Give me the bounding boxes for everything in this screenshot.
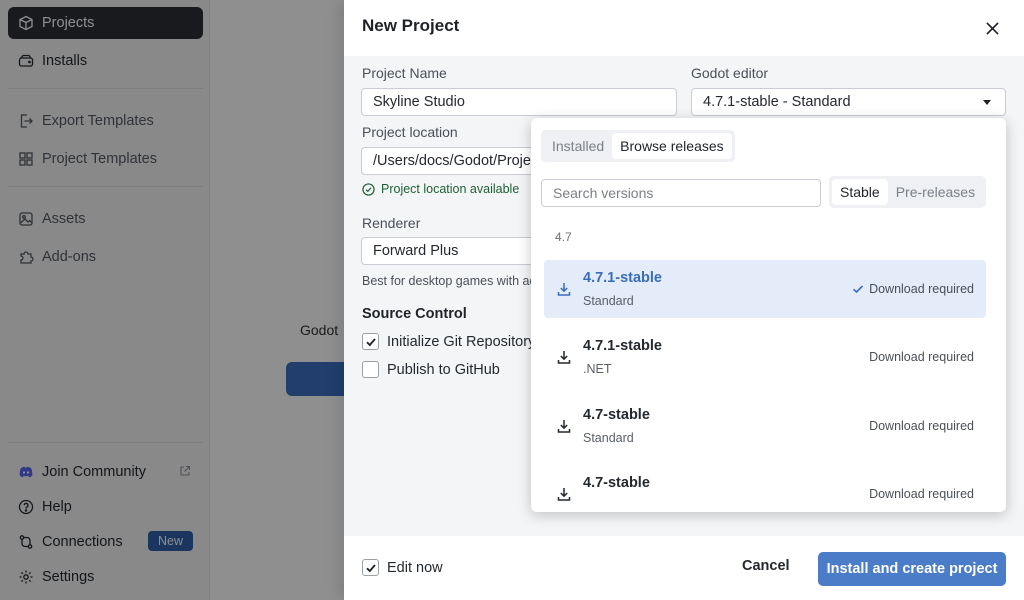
version-status-text: Download required <box>869 419 974 433</box>
download-icon <box>557 283 571 296</box>
version-flavor: Standard <box>583 431 634 445</box>
download-icon <box>557 351 571 364</box>
publish-github-label: Publish to GitHub <box>387 361 500 378</box>
version-picker-popover: Installed Browse releases Search version… <box>531 118 1006 512</box>
check-icon <box>365 563 376 572</box>
godot-editor-label: Godot editor <box>691 65 769 81</box>
init-git-label: Initialize Git Repository <box>387 333 536 350</box>
tab-pre-releases[interactable]: Pre-releases <box>888 179 983 205</box>
tab-browse-releases[interactable]: Browse releases <box>612 133 732 159</box>
version-row[interactable]: 4.7.1-stable Standard Download required <box>544 260 986 318</box>
version-row[interactable]: 4.7.1-stable .NET Download required <box>544 328 986 386</box>
drawer-title: New Project <box>362 16 460 35</box>
project-name-input[interactable]: Skyline Studio <box>361 88 677 116</box>
download-icon <box>557 488 571 501</box>
tab-stable[interactable]: Stable <box>832 179 888 205</box>
download-icon <box>557 420 571 433</box>
check-circle-icon <box>362 182 375 196</box>
version-status-text: Download required <box>869 350 974 364</box>
edit-now-checkbox-row[interactable]: Edit now <box>362 559 443 576</box>
init-git-checkbox[interactable] <box>362 333 379 350</box>
init-git-checkbox-row[interactable]: Initialize Git Repository <box>362 333 535 350</box>
version-status: Download required <box>869 487 974 501</box>
check-icon <box>365 337 376 346</box>
channel-tabs: Stable Pre-releases <box>829 176 987 208</box>
project-name-label: Project Name <box>362 65 447 81</box>
version-name: 4.7-stable <box>583 475 650 491</box>
edit-now-label: Edit now <box>387 559 443 576</box>
caret-down-icon <box>983 100 991 105</box>
check-icon <box>853 285 864 294</box>
godot-editor-select[interactable]: 4.7.1-stable - Standard <box>691 88 1006 116</box>
cancel-button[interactable]: Cancel <box>742 558 790 574</box>
install-and-create-button[interactable]: Install and create project <box>818 552 1006 586</box>
version-row[interactable]: 4.7-stable Download required <box>544 465 986 512</box>
publish-github-checkbox[interactable] <box>362 361 379 378</box>
version-status: Download required <box>869 419 974 433</box>
project-location-label: Project location <box>362 124 458 140</box>
drawer-header: New Project <box>344 0 1024 56</box>
location-status: Project location available <box>362 182 519 196</box>
godot-editor-value: 4.7.1-stable - Standard <box>703 94 851 110</box>
source-tabs: Installed Browse releases <box>541 130 735 162</box>
close-icon <box>985 21 999 35</box>
version-row[interactable]: 4.7-stable Standard Download required <box>544 397 986 455</box>
version-name: 4.7-stable <box>583 407 650 423</box>
version-status: Download required <box>852 282 974 296</box>
version-status: Download required <box>869 350 974 364</box>
edit-now-checkbox[interactable] <box>362 559 379 576</box>
renderer-label: Renderer <box>362 215 421 231</box>
close-button[interactable] <box>982 18 1002 38</box>
drawer-footer: Edit now Cancel Install and create proje… <box>344 536 1024 600</box>
source-control-title: Source Control <box>362 306 467 322</box>
location-status-text: Project location available <box>381 182 520 196</box>
version-name: 4.7.1-stable <box>583 338 662 354</box>
search-versions-input[interactable]: Search versions <box>541 179 821 207</box>
publish-github-checkbox-row[interactable]: Publish to GitHub <box>362 361 500 378</box>
tab-installed[interactable]: Installed <box>544 133 612 159</box>
version-status-text: Download required <box>869 487 974 501</box>
version-status-text: Download required <box>869 282 974 296</box>
version-flavor: .NET <box>583 362 612 376</box>
version-flavor: Standard <box>583 294 634 308</box>
version-group-label: 4.7 <box>555 230 572 244</box>
version-name: 4.7.1-stable <box>583 270 662 286</box>
